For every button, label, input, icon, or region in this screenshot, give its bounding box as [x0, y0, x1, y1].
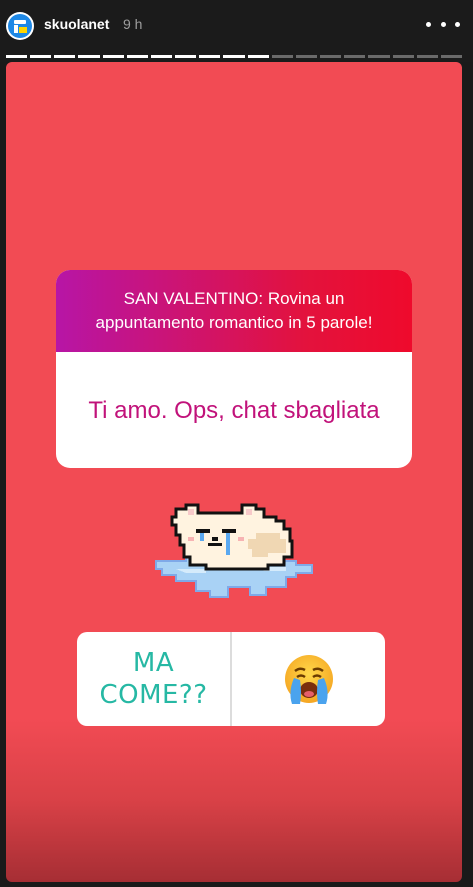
progress-segment	[150, 55, 173, 58]
story-content[interactable]: SAN VALENTINO: Rovina un appuntamento ro…	[6, 62, 462, 882]
progress-segment	[126, 55, 148, 58]
progress-segment	[223, 55, 245, 58]
more-options-icon[interactable]	[426, 14, 460, 34]
progress-segment	[175, 55, 197, 58]
question-sticker[interactable]: SAN VALENTINO: Rovina un appuntamento ro…	[56, 270, 412, 468]
progress-segment	[247, 55, 269, 58]
progress-segment	[54, 55, 76, 58]
crying-face-icon	[284, 655, 333, 704]
progress-segment	[320, 55, 342, 58]
progress-segment	[416, 55, 438, 58]
skuolanet-logo-icon	[8, 14, 32, 38]
poll-sticker: MA COME??	[77, 632, 385, 726]
progress-segment	[78, 55, 100, 58]
poll-option-text: MA COME??	[99, 648, 208, 710]
crying-cat-sticker	[155, 503, 313, 598]
question-text: SAN VALENTINO: Rovina un appuntamento ro…	[56, 270, 412, 352]
progress-segment	[368, 55, 390, 58]
progress-segment	[344, 55, 366, 58]
progress-segment	[271, 55, 293, 58]
progress-segment	[102, 55, 124, 58]
poll-option-left[interactable]: MA COME??	[77, 632, 230, 726]
progress-segment	[440, 55, 462, 58]
post-time: 9 h	[123, 16, 143, 32]
story-progress-bar	[6, 55, 462, 58]
question-answer: Ti amo. Ops, chat sbagliata	[88, 396, 380, 424]
progress-segment	[6, 55, 28, 58]
poll-option-right[interactable]	[232, 632, 385, 726]
username[interactable]: skuolanet	[44, 16, 109, 32]
progress-segment	[392, 55, 414, 58]
progress-segment	[30, 55, 52, 58]
profile-avatar[interactable]	[6, 12, 34, 40]
progress-segment	[295, 55, 318, 58]
story-header: skuolanet 9 h	[0, 0, 473, 62]
progress-segment	[199, 55, 221, 58]
